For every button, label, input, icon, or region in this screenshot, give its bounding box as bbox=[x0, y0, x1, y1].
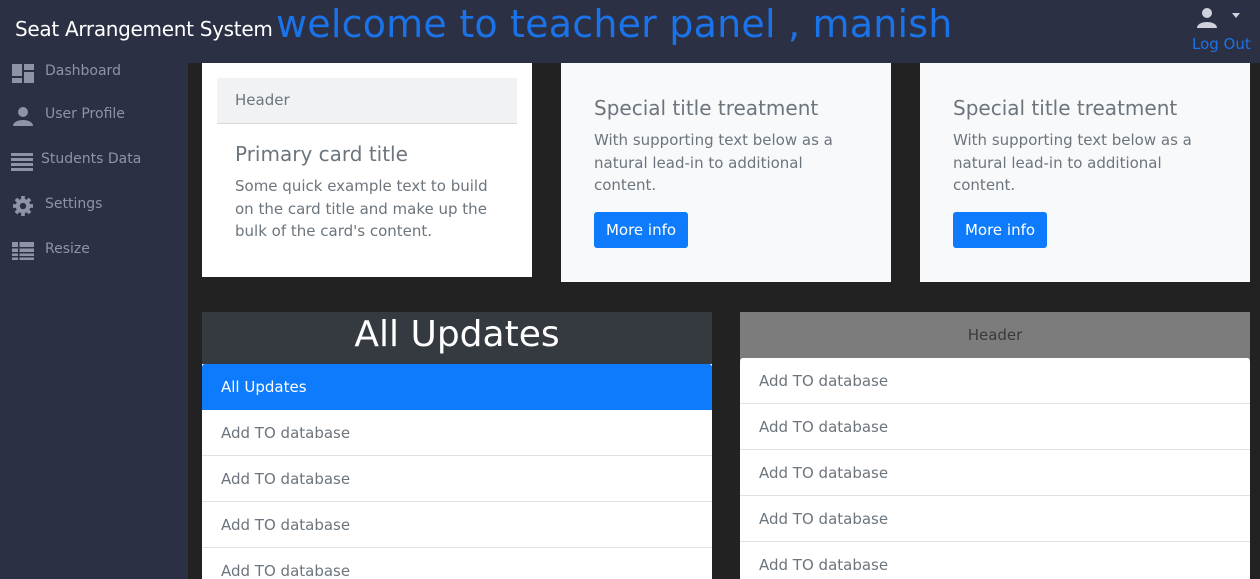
card-text-line: bulk of the card's content. bbox=[235, 222, 433, 240]
updates-panel: All Updates All Updates Add TO database … bbox=[202, 312, 712, 579]
card-title: Special title treatment bbox=[953, 96, 1178, 120]
card-title: Primary card title bbox=[235, 142, 408, 166]
special-card: Special title treatment With supporting … bbox=[920, 63, 1250, 282]
list-item[interactable]: Add TO database bbox=[740, 542, 1250, 579]
list-item-label: Add TO database bbox=[759, 418, 889, 436]
dashboard-icon bbox=[12, 64, 34, 83]
panel-header-text: Header bbox=[967, 326, 1023, 344]
list-item[interactable]: Add TO database bbox=[740, 496, 1250, 542]
list-item-label: Add TO database bbox=[759, 556, 889, 574]
top-navbar: Seat Arrangement System welcome to teach… bbox=[0, 0, 1260, 63]
list-item-label: Add TO database bbox=[759, 464, 889, 482]
list-item-active[interactable]: All Updates bbox=[202, 364, 712, 410]
list-item[interactable]: Add TO database bbox=[202, 548, 712, 579]
list-item[interactable]: Add TO database bbox=[740, 450, 1250, 496]
brand-title[interactable]: Seat Arrangement System bbox=[15, 17, 273, 41]
card-text-line: With supporting text below as a bbox=[594, 131, 833, 149]
sidebar-item-label: Settings bbox=[45, 196, 103, 212]
card-text-line: content. bbox=[953, 176, 1016, 194]
list-item[interactable]: Add TO database bbox=[202, 456, 712, 502]
list-item-label: Add TO database bbox=[221, 562, 351, 579]
sidebar: Dashboard User Profile Students Data Set… bbox=[0, 63, 188, 579]
logout-link[interactable]: Log Out bbox=[1192, 35, 1251, 53]
panel-list: Add TO database Add TO database Add TO d… bbox=[740, 358, 1250, 579]
header-list-panel: Header Add TO database Add TO database A… bbox=[740, 312, 1250, 579]
list-item-label: Add TO database bbox=[759, 372, 889, 390]
updates-header: All Updates bbox=[202, 312, 712, 364]
sidebar-item-label: Students Data bbox=[41, 151, 142, 167]
card-text-line: on the card title and make up the bbox=[235, 200, 487, 218]
panel-header: Header bbox=[740, 312, 1250, 360]
list-item-label: Add TO database bbox=[221, 470, 351, 488]
updates-title: All Updates bbox=[354, 314, 560, 355]
sidebar-item-settings[interactable]: Settings bbox=[0, 196, 188, 236]
list-item-label: Add TO database bbox=[221, 516, 351, 534]
list-item[interactable]: Add TO database bbox=[740, 358, 1250, 404]
card-text-line: natural lead-in to additional bbox=[953, 154, 1162, 172]
list-item[interactable]: Add TO database bbox=[202, 410, 712, 456]
list-item-label: Add TO database bbox=[221, 424, 351, 442]
sidebar-item-user-profile[interactable]: User Profile bbox=[0, 106, 188, 146]
more-info-button[interactable]: More info bbox=[953, 212, 1047, 248]
updates-list: All Updates Add TO database Add TO datab… bbox=[202, 364, 712, 579]
primary-card: Header Primary card title Some quick exa… bbox=[202, 63, 532, 277]
card-header: Header bbox=[217, 78, 517, 124]
card-text-line: With supporting text below as a bbox=[953, 131, 1192, 149]
sidebar-item-students-data[interactable]: Students Data bbox=[0, 151, 188, 191]
list-icon bbox=[11, 153, 33, 171]
list-item-label: Add TO database bbox=[759, 510, 889, 528]
list-item[interactable]: Add TO database bbox=[740, 404, 1250, 450]
card-text-line: content. bbox=[594, 176, 657, 194]
card-header-text: Header bbox=[235, 91, 290, 109]
card-title: Special title treatment bbox=[594, 96, 819, 120]
welcome-heading: welcome to teacher panel , manish bbox=[276, 2, 953, 46]
card-text-line: natural lead-in to additional bbox=[594, 154, 803, 172]
sidebar-item-label: User Profile bbox=[45, 106, 125, 122]
list-item-label: All Updates bbox=[221, 378, 307, 396]
special-card: Special title treatment With supporting … bbox=[561, 63, 891, 282]
chevron-down-icon[interactable] bbox=[1232, 13, 1240, 18]
list-item[interactable]: Add TO database bbox=[202, 502, 712, 548]
card-text-line: Some quick example text to build bbox=[235, 177, 488, 195]
user-icon bbox=[13, 107, 33, 126]
more-info-button[interactable]: More info bbox=[594, 212, 688, 248]
sidebar-item-label: Dashboard bbox=[45, 63, 121, 79]
sidebar-item-dashboard[interactable]: Dashboard bbox=[0, 63, 188, 103]
user-menu-icon[interactable] bbox=[1196, 6, 1218, 28]
sidebar-item-label: Resize bbox=[45, 241, 90, 257]
table-icon bbox=[12, 242, 34, 260]
sidebar-item-resize[interactable]: Resize bbox=[0, 241, 188, 281]
gear-icon bbox=[13, 196, 33, 216]
